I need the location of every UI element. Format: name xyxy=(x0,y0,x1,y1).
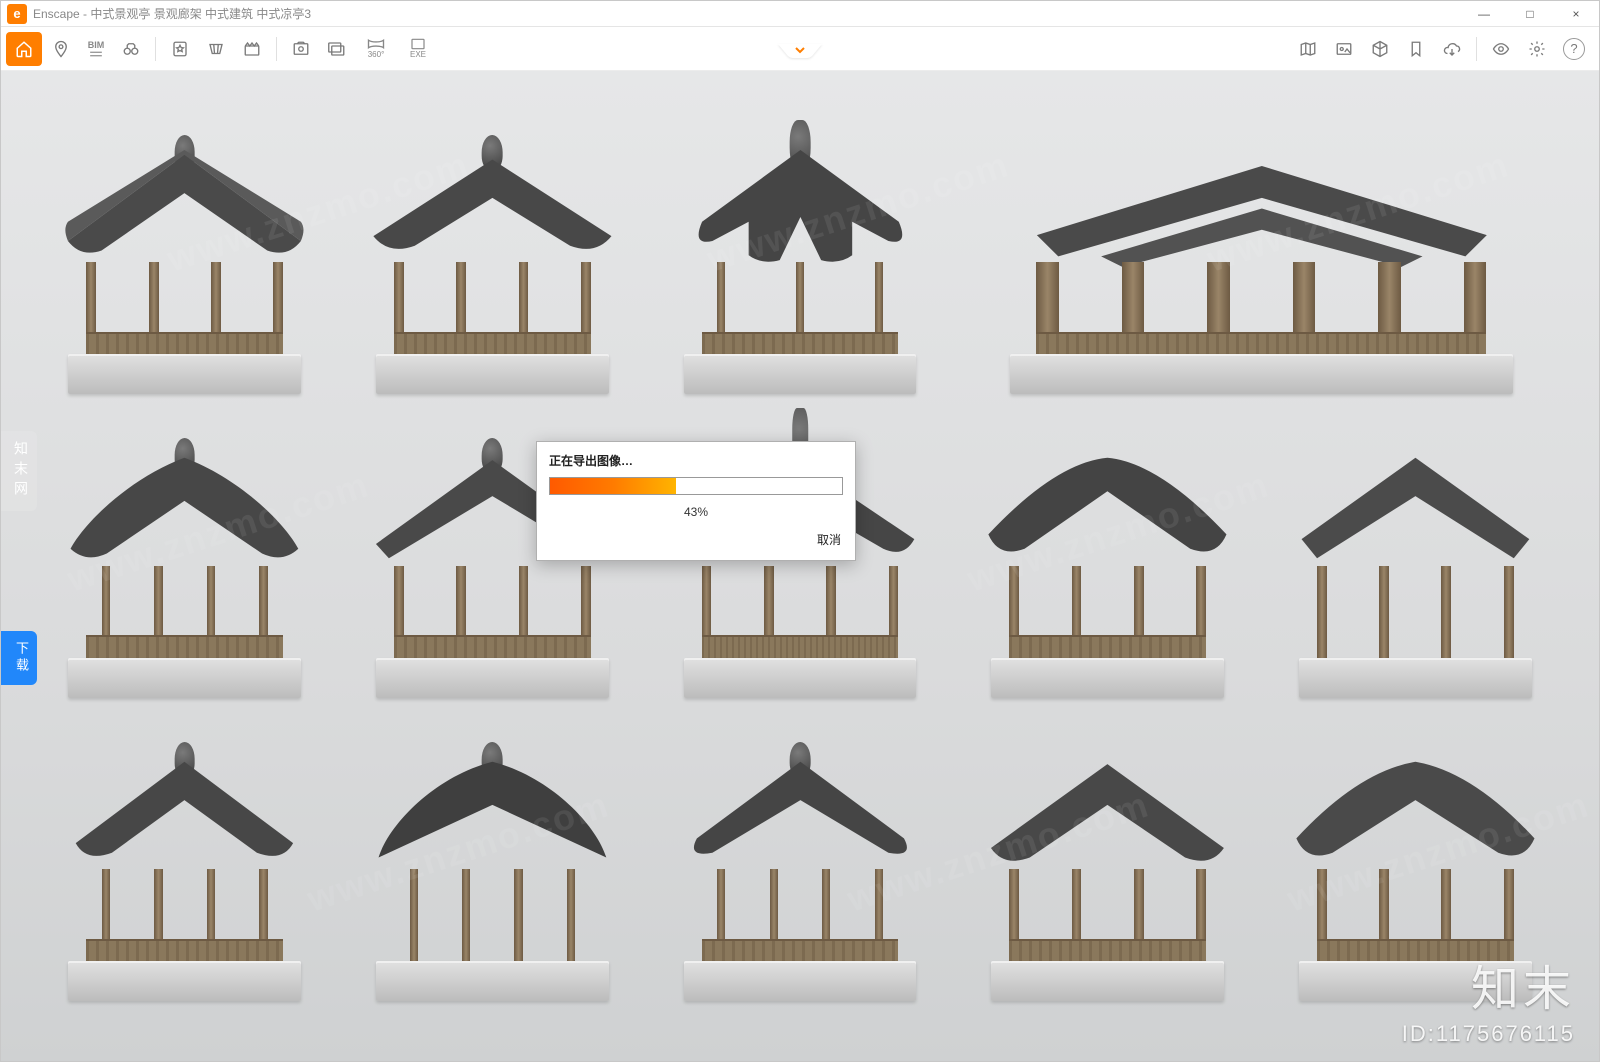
cancel-button[interactable]: 取消 xyxy=(817,533,841,547)
bim-mode-button[interactable]: BIM xyxy=(79,32,113,66)
settings-button[interactable] xyxy=(1520,32,1554,66)
app-logo-icon: e xyxy=(7,4,27,24)
binoculars-button[interactable] xyxy=(114,32,148,66)
pin-icon xyxy=(52,40,70,58)
bim-label-text: BIM xyxy=(88,40,105,50)
gear-icon xyxy=(1528,40,1546,58)
perspective-icon xyxy=(207,40,225,58)
home-button[interactable] xyxy=(6,32,42,66)
map-button[interactable] xyxy=(1291,32,1325,66)
toolbar-separator xyxy=(155,37,156,61)
cloud-icon xyxy=(1442,40,1462,58)
scene-content xyxy=(1,71,1599,1061)
exe-label: EXE xyxy=(410,50,426,59)
brand-name: 知末 xyxy=(1402,949,1575,1019)
binoculars-icon xyxy=(121,40,141,58)
titlebar[interactable]: e Enscape - 中式景观亭 景观廊架 中式建筑 中式凉亭3 — □ × xyxy=(1,1,1599,27)
panorama-label: 360° xyxy=(368,50,385,59)
cube-icon xyxy=(1371,40,1389,58)
maximize-button[interactable]: □ xyxy=(1507,1,1553,27)
toolbar-separator xyxy=(1476,37,1477,61)
pavilion-model xyxy=(349,718,637,1001)
close-button[interactable]: × xyxy=(1553,1,1599,27)
close-icon: × xyxy=(1572,7,1579,21)
progress-bar-fill xyxy=(550,478,676,494)
help-icon: ? xyxy=(1570,41,1577,56)
download-badge[interactable]: 下载 xyxy=(1,631,37,685)
panorama-icon xyxy=(367,38,385,50)
pavilion-model xyxy=(41,718,329,1001)
pavilion-model xyxy=(1271,414,1559,697)
export-exe-button[interactable]: EXE xyxy=(398,32,438,66)
exe-box-icon xyxy=(410,38,426,50)
video-button[interactable] xyxy=(235,32,269,66)
screenshot-icon xyxy=(292,40,310,58)
maximize-icon: □ xyxy=(1526,7,1533,21)
pavilion-model xyxy=(656,718,944,1001)
toolbar-separator xyxy=(276,37,277,61)
progress-percent-label: 43% xyxy=(537,495,855,525)
toolbar-right-group: ? xyxy=(1290,27,1593,70)
minimize-button[interactable]: — xyxy=(1461,1,1507,27)
help-button[interactable]: ? xyxy=(1563,38,1585,60)
pavilion-model xyxy=(964,414,1252,697)
visual-settings-button[interactable] xyxy=(1484,32,1518,66)
pavilion-model xyxy=(349,111,637,394)
asset-library-icon xyxy=(1335,40,1353,58)
site-badge: 知末网 xyxy=(1,431,37,511)
asset-library-button[interactable] xyxy=(1327,32,1361,66)
render-viewport[interactable]: www.znzmo.com www.znzmo.com www.znzmo.co… xyxy=(1,71,1599,1061)
pavilion-model xyxy=(964,718,1252,1001)
bookmark-icon xyxy=(1407,40,1425,58)
batch-render-icon xyxy=(327,40,347,58)
eye-icon xyxy=(1491,40,1511,58)
panorama-button[interactable]: 360° xyxy=(356,32,396,66)
pavilion-model xyxy=(41,414,329,697)
bookmark-button[interactable] xyxy=(1399,32,1433,66)
minimize-icon: — xyxy=(1478,7,1490,21)
pin-button[interactable] xyxy=(44,32,78,66)
toolbar-expand-handle[interactable] xyxy=(778,44,822,58)
cloud-button[interactable] xyxy=(1435,32,1469,66)
clapperboard-icon xyxy=(243,40,261,58)
screenshot-button[interactable] xyxy=(284,32,318,66)
pavilion-model xyxy=(41,111,329,394)
dialog-title: 正在导出图像… xyxy=(537,442,855,477)
bim-lines-icon xyxy=(89,50,103,58)
pavilion-model xyxy=(964,111,1559,394)
map-icon xyxy=(1299,40,1317,58)
app-window: e Enscape - 中式景观亭 景观廊架 中式建筑 中式凉亭3 — □ × … xyxy=(0,0,1600,1062)
home-icon xyxy=(15,40,33,58)
brand-overlay: 知末 ID:1175676115 xyxy=(1402,949,1575,1047)
pavilion-model xyxy=(656,111,944,394)
favorite-button[interactable] xyxy=(163,32,197,66)
object-button[interactable] xyxy=(1363,32,1397,66)
favorite-icon xyxy=(171,40,189,58)
export-progress-dialog: 正在导出图像… 43% 取消 xyxy=(536,441,856,561)
progress-bar xyxy=(549,477,843,495)
batch-render-button[interactable] xyxy=(320,32,354,66)
brand-id: ID:1175676115 xyxy=(1402,1021,1575,1047)
perspective-button[interactable] xyxy=(199,32,233,66)
window-title: Enscape - 中式景观亭 景观廊架 中式建筑 中式凉亭3 xyxy=(33,5,311,22)
